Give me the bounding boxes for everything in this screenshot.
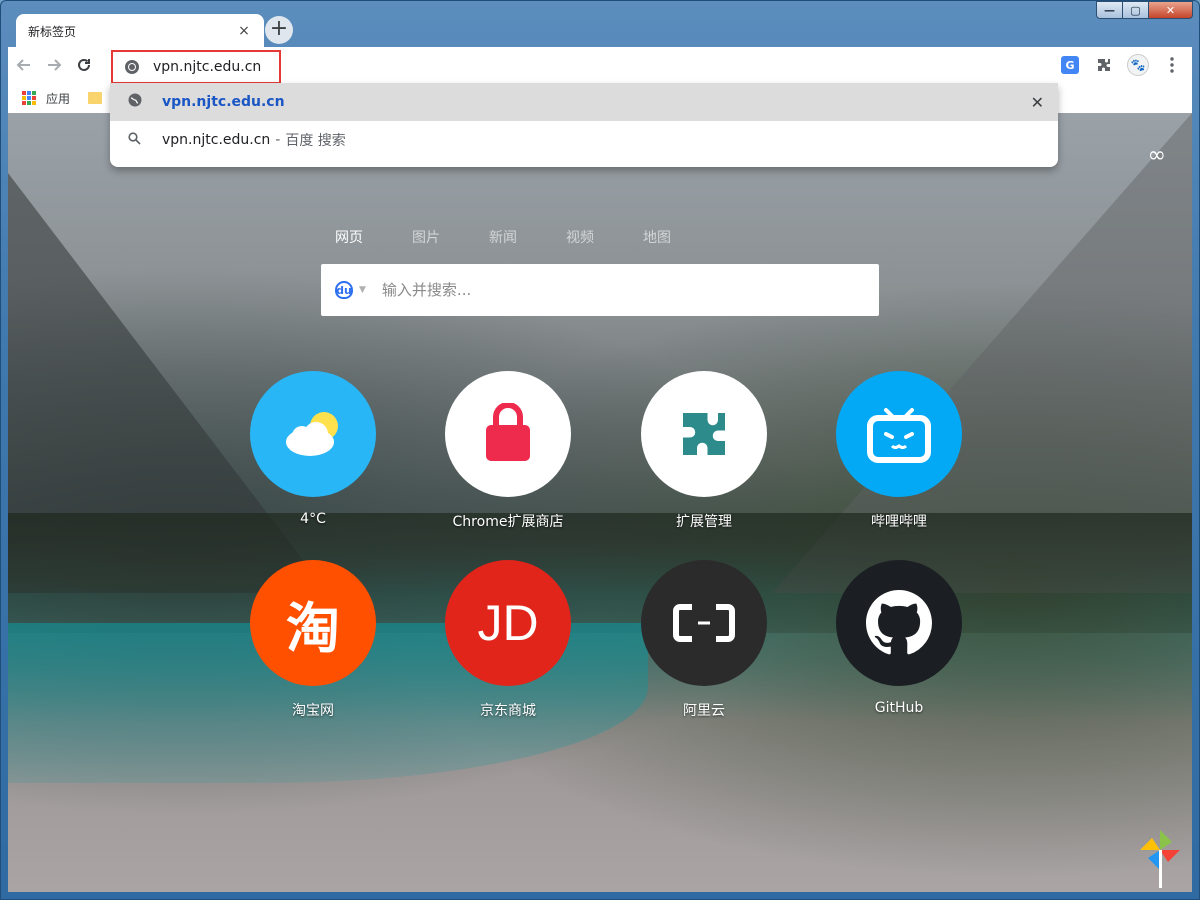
suggestion-url[interactable]: vpn.njtc.edu.cn ✕ (110, 83, 1058, 121)
tile-label: 阿里云 (683, 703, 725, 719)
tab-title: 新标签页 (28, 24, 77, 39)
tile-taobao[interactable]: 淘 淘宝网 (243, 560, 383, 720)
forward-icon[interactable] (40, 51, 68, 79)
puzzle-icon (641, 371, 767, 497)
apps-bookmark[interactable]: 应用 (46, 90, 70, 107)
infinity-menu-icon[interactable]: ∞ (1148, 143, 1166, 168)
search-tab-images[interactable]: 图片 (412, 227, 489, 247)
remove-suggestion-icon[interactable]: ✕ (1031, 93, 1044, 112)
tile-label: GitHub (874, 700, 924, 716)
back-icon[interactable] (10, 51, 38, 79)
address-bar-value[interactable]: vpn.njtc.edu.cn (153, 59, 261, 75)
bag-icon (445, 371, 571, 497)
github-icon (836, 560, 962, 686)
tile-aliyun[interactable]: 阿里云 (634, 560, 774, 720)
tile-label: 哔哩哔哩 (871, 514, 927, 530)
pinwheel-icon (1138, 828, 1182, 888)
tile-extensions[interactable]: 扩展管理 (634, 371, 774, 531)
tab-close-icon[interactable]: × (236, 23, 252, 39)
tile-github[interactable]: GitHub (829, 560, 969, 716)
search-icon (128, 131, 142, 149)
suggestion-search[interactable]: vpn.njtc.edu.cn - 百度 搜索 (110, 121, 1058, 159)
tile-chrome-store[interactable]: Chrome扩展商店 (438, 371, 578, 531)
tile-label: Chrome扩展商店 (452, 514, 564, 530)
engine-dropdown-icon[interactable]: ▼ (359, 285, 366, 295)
jd-icon: JD (445, 560, 571, 686)
bookmark-folder-icon[interactable] (88, 92, 103, 104)
globe-icon (125, 60, 139, 74)
suggestion-search-description: 百度 搜索 (285, 133, 346, 149)
tile-jd[interactable]: JD 京东商城 (438, 560, 578, 720)
omnibox[interactable]: vpn.njtc.edu.cn (111, 50, 1059, 84)
tab-new-tab[interactable]: 新标签页 × (16, 14, 264, 48)
aliyun-icon (641, 560, 767, 686)
tile-weather[interactable]: 4°C (243, 371, 383, 527)
translate-extension-icon[interactable]: G (1056, 51, 1084, 79)
profile-avatar[interactable]: 🐾 (1124, 51, 1152, 79)
bilibili-icon (836, 371, 962, 497)
extensions-puzzle-icon[interactable] (1090, 51, 1118, 79)
globe-icon (128, 93, 142, 111)
suggestion-separator: - (275, 132, 281, 148)
tile-label: 扩展管理 (676, 514, 732, 530)
tile-bilibili[interactable]: 哔哩哔哩 (829, 371, 969, 531)
search-box: du ▼ (321, 264, 879, 316)
baidu-icon[interactable]: du (335, 281, 353, 299)
tile-label: 淘宝网 (292, 703, 334, 719)
search-tab-video[interactable]: 视频 (566, 227, 643, 247)
reload-icon[interactable] (70, 51, 98, 79)
tab-strip: 新标签页 × + (8, 8, 1192, 48)
browser-toolbar: vpn.njtc.edu.cn G 🐾 (8, 47, 1192, 84)
apps-grid-icon[interactable] (22, 91, 36, 105)
tile-label: 4°C (300, 511, 326, 527)
search-input[interactable] (381, 281, 842, 299)
tile-label: 京东商城 (480, 703, 536, 719)
taobao-icon: 淘 (250, 560, 376, 686)
weather-icon (250, 371, 376, 497)
new-tab-page: ∞ 网页 图片 新闻 视频 地图 du ▼ 4°C Chrome扩展商店 (8, 113, 1192, 892)
more-menu-icon[interactable] (1158, 51, 1186, 79)
omnibox-dropdown: vpn.njtc.edu.cn ✕ vpn.njtc.edu.cn - 百度 搜… (110, 83, 1058, 167)
search-tab-web[interactable]: 网页 (335, 227, 412, 247)
address-bar[interactable]: vpn.njtc.edu.cn (111, 50, 281, 84)
search-category-tabs: 网页 图片 新闻 视频 地图 (335, 227, 720, 247)
search-tab-news[interactable]: 新闻 (489, 227, 566, 247)
suggestion-search-text: vpn.njtc.edu.cn (162, 132, 271, 148)
new-tab-button[interactable]: + (265, 16, 293, 44)
search-tab-map[interactable]: 地图 (643, 227, 720, 247)
suggestion-url-text: vpn.njtc.edu.cn (162, 94, 285, 110)
